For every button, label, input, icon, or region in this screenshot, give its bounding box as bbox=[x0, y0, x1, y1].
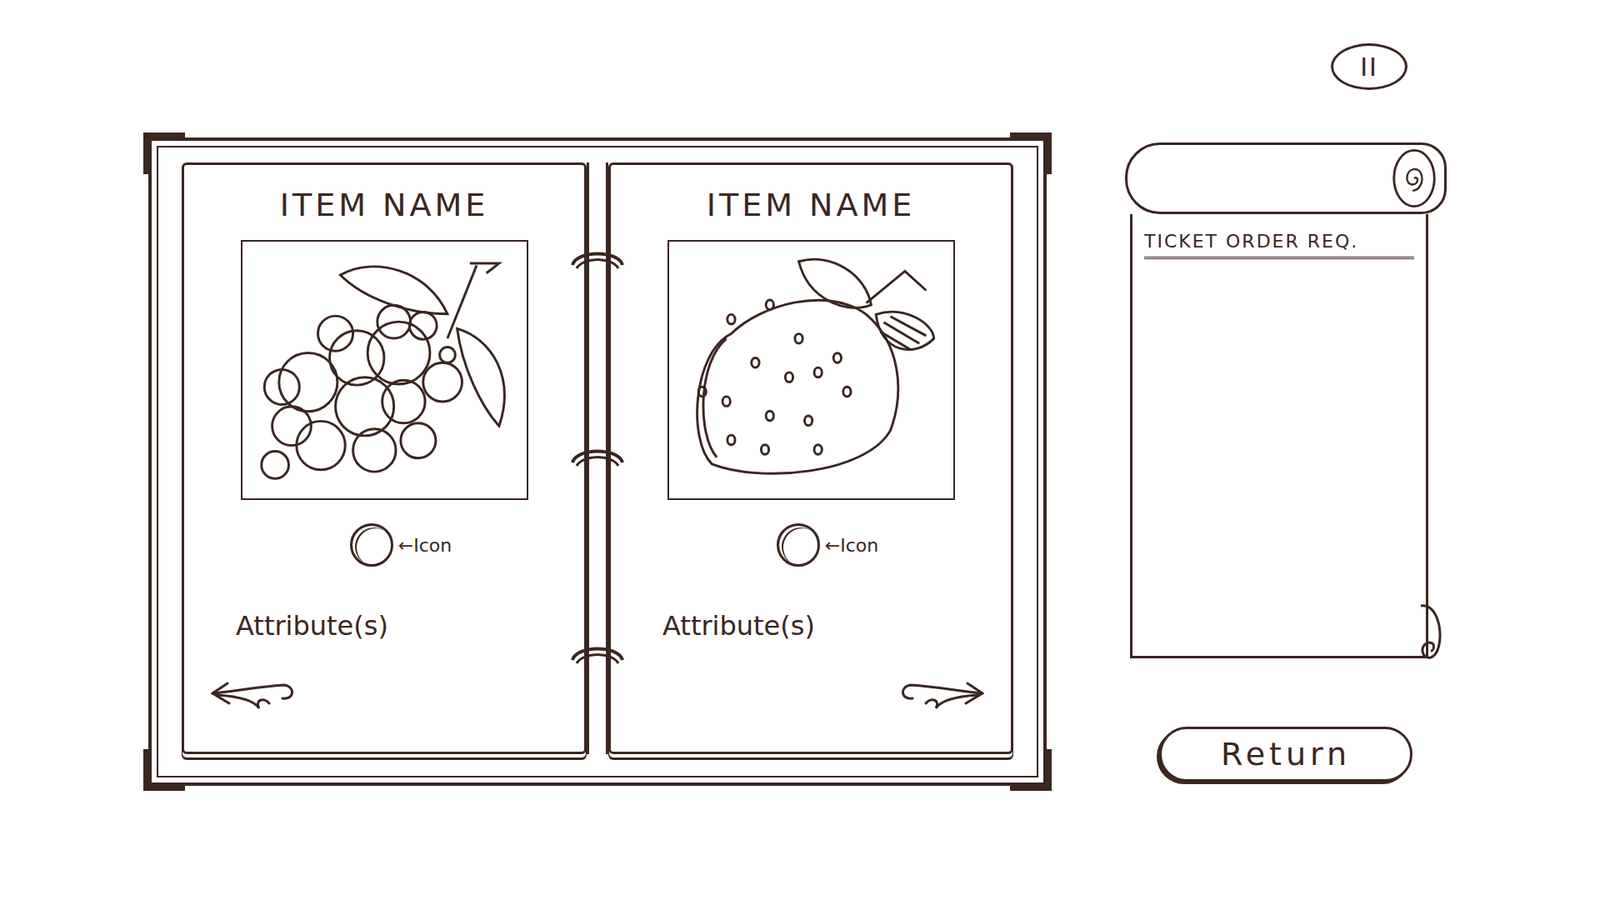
item-name: ITEM NAME bbox=[280, 186, 490, 225]
return-button[interactable]: Return bbox=[1159, 726, 1413, 782]
side-column: TICKET ORDER REQ. Return bbox=[1125, 137, 1447, 782]
icon-row: ←Icon bbox=[743, 523, 879, 567]
previous-page-arrow-icon[interactable] bbox=[209, 678, 301, 712]
pause-button[interactable]: II bbox=[1330, 43, 1408, 90]
item-picture bbox=[240, 240, 529, 500]
main-area: ITEM NAME ←Icon Attribute(s) ITEM NAME ←Icon… bbox=[0, 137, 1600, 786]
grapes-icon bbox=[246, 245, 522, 495]
scroll-roll bbox=[1125, 142, 1447, 215]
book-spine bbox=[586, 162, 609, 755]
scroll-curl-icon bbox=[1414, 602, 1448, 661]
page-nav bbox=[610, 678, 1011, 712]
icon-note: ←Icon bbox=[825, 535, 879, 556]
icon-row: ←Icon bbox=[316, 523, 452, 567]
attribute-icon bbox=[776, 523, 820, 567]
collection-screen: II ITEM NAME ←Icon Attribute(s) ITEM NAME ←Ic… bbox=[0, 0, 1600, 900]
item-page: ITEM NAME ←Icon Attribute(s) bbox=[181, 162, 587, 755]
book-corner bbox=[143, 749, 185, 791]
book-corner bbox=[1010, 749, 1052, 791]
binder-ring-icon bbox=[568, 445, 627, 471]
item-name: ITEM NAME bbox=[706, 186, 916, 225]
item-attributes: Attribute(s) bbox=[184, 610, 389, 644]
order-scroll: TICKET ORDER REQ. bbox=[1125, 142, 1447, 659]
item-picture bbox=[667, 240, 955, 500]
attribute-icon bbox=[350, 523, 394, 567]
binder-ring-icon bbox=[568, 248, 627, 274]
scroll-body: TICKET ORDER REQ. bbox=[1130, 214, 1429, 659]
item-page: ITEM NAME ←Icon Attribute(s) bbox=[608, 162, 1014, 755]
icon-note: ←Icon bbox=[398, 535, 452, 556]
binder-ring-icon bbox=[568, 643, 627, 669]
top-bar: II bbox=[0, 0, 1600, 138]
item-attributes: Attribute(s) bbox=[610, 610, 815, 644]
scroll-curl-icon bbox=[1390, 146, 1438, 210]
next-page-arrow-icon[interactable] bbox=[894, 678, 986, 712]
order-title: TICKET ORDER REQ. bbox=[1144, 230, 1415, 260]
item-book: ITEM NAME ←Icon Attribute(s) ITEM NAME ←Icon… bbox=[148, 137, 1047, 786]
book-corner bbox=[143, 132, 185, 175]
page-nav bbox=[184, 678, 585, 712]
book-corner bbox=[1010, 132, 1052, 175]
strawberry-icon bbox=[673, 245, 949, 495]
